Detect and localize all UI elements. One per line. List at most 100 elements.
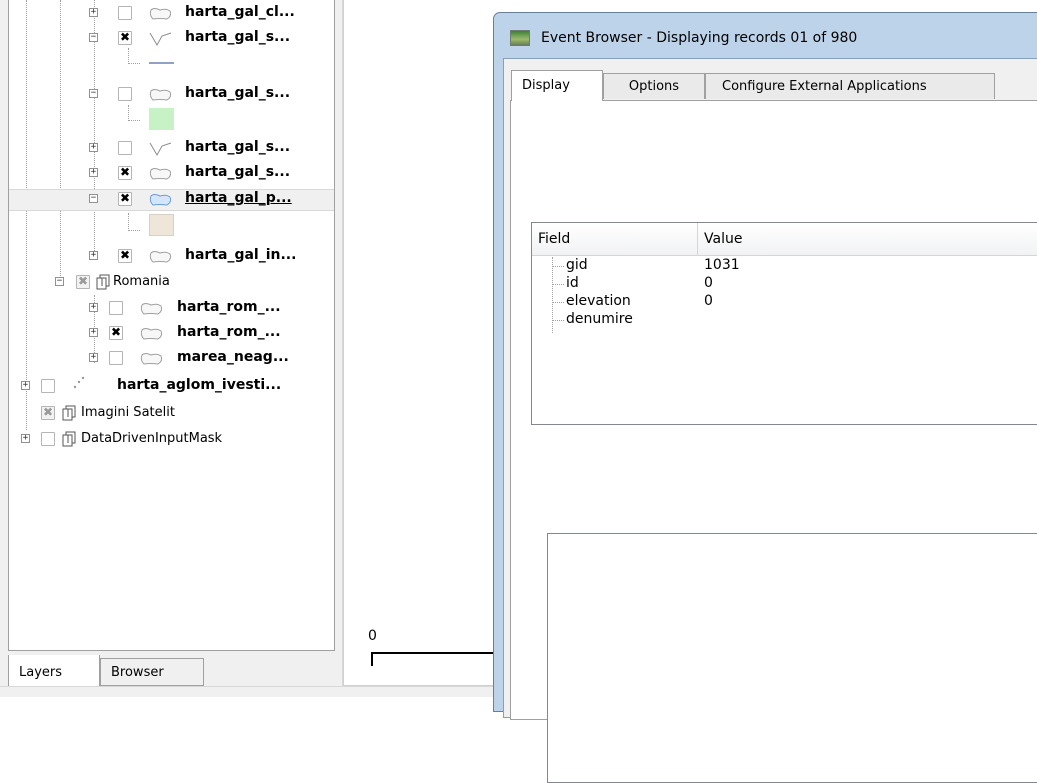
polygon-layer-icon	[149, 8, 172, 20]
tab-browser[interactable]: Browser	[100, 658, 204, 686]
layer-label: harta_rom_...	[177, 324, 281, 340]
tree-connector	[128, 213, 129, 231]
group-label: DataDrivenInputMask	[81, 431, 223, 446]
layer-checkbox[interactable]	[118, 248, 132, 263]
expand-icon[interactable]: +	[89, 168, 98, 177]
attribute-table[interactable]: Field Value gid 1031 id 0 elevation 0 de…	[531, 222, 1037, 425]
layer-group-row[interactable]: Imagini Satelit	[9, 403, 334, 425]
layer-row[interactable]: + harta_gal_in...	[9, 246, 334, 268]
layer-row[interactable]: + harta_rom_...	[9, 298, 334, 320]
layer-row[interactable]: + harta_gal_s...	[9, 138, 334, 160]
tree-connector	[128, 120, 140, 121]
tree-connector	[128, 230, 140, 231]
polygon-layer-icon	[149, 168, 172, 180]
layer-row[interactable]: + marea_neag...	[9, 348, 334, 370]
line-layer-icon	[149, 142, 172, 156]
collapse-icon[interactable]: −	[89, 194, 98, 203]
polygon-layer-icon	[149, 251, 172, 263]
polygon-layer-icon	[140, 303, 163, 315]
layers-tree[interactable]: + harta_gal_cl... − harta_gal_s... − har…	[8, 0, 335, 651]
group-label: Imagini Satelit	[81, 405, 175, 420]
layer-label: marea_neag...	[177, 349, 289, 365]
expand-icon[interactable]: +	[21, 381, 30, 390]
group-checkbox[interactable]	[41, 432, 55, 446]
layer-row[interactable]: + harta_rom_...	[9, 323, 334, 345]
point-layer-icon	[73, 376, 85, 389]
tab-options[interactable]: Options	[603, 73, 705, 99]
expand-icon[interactable]: +	[89, 303, 98, 312]
tree-connector	[552, 257, 553, 333]
layer-checkbox[interactable]	[118, 191, 132, 206]
layer-group-icon	[62, 405, 76, 421]
layer-label: harta_gal_s...	[185, 139, 291, 155]
tree-connector	[128, 63, 140, 64]
line-layer-icon	[149, 32, 172, 46]
tab-configure-external-applications[interactable]: Configure External Applications	[705, 73, 995, 99]
collapse-icon[interactable]: −	[89, 33, 98, 42]
polygon-layer-icon	[140, 353, 163, 365]
layer-row[interactable]: + harta_aglom_ivesti...	[9, 376, 334, 398]
layer-label: harta_gal_cl...	[185, 4, 295, 20]
layer-checkbox[interactable]	[118, 141, 132, 155]
field-name: elevation	[566, 293, 631, 309]
layer-row[interactable]: − harta_gal_s...	[9, 84, 334, 106]
collapse-icon[interactable]: −	[55, 277, 64, 286]
layer-label: harta_rom_...	[177, 299, 281, 315]
layer-row[interactable]: + harta_gal_cl...	[9, 3, 334, 25]
polygon-layer-icon	[149, 89, 172, 101]
table-header: Field Value	[532, 223, 1037, 256]
field-name: gid	[566, 257, 588, 273]
group-checkbox[interactable]	[76, 274, 90, 289]
layer-checkbox[interactable]	[109, 325, 123, 340]
group-checkbox[interactable]	[41, 405, 55, 420]
layer-label: harta_gal_p...	[185, 190, 292, 206]
expand-icon[interactable]: +	[89, 328, 98, 337]
line-style-swatch	[149, 62, 174, 64]
tree-connector	[128, 48, 129, 64]
field-value: 0	[704, 293, 713, 309]
layer-checkbox[interactable]	[118, 165, 132, 180]
polygon-layer-icon	[149, 194, 172, 206]
layer-row[interactable]: − harta_gal_s...	[9, 28, 334, 50]
display-tab-panel: Field Value gid 1031 id 0 elevation 0 de…	[510, 100, 1037, 783]
tab-layers[interactable]: Layers	[8, 655, 100, 689]
layer-checkbox[interactable]	[118, 6, 132, 20]
field-name: id	[566, 275, 579, 291]
layer-group-icon	[96, 274, 110, 290]
column-header-value[interactable]: Value	[698, 223, 1037, 255]
expand-icon[interactable]: +	[89, 143, 98, 152]
layer-label: harta_gal_s...	[185, 29, 291, 45]
layer-checkbox[interactable]	[41, 379, 55, 393]
expand-icon[interactable]: +	[89, 353, 98, 362]
expand-icon[interactable]: +	[89, 8, 98, 17]
layer-group-row[interactable]: − Romania	[9, 272, 334, 294]
column-header-field[interactable]: Field	[532, 223, 698, 255]
group-label: Romania	[113, 274, 170, 289]
expand-icon[interactable]: +	[21, 434, 30, 443]
polygon-layer-icon	[140, 328, 163, 340]
layer-group-row[interactable]: + DataDrivenInputMask	[9, 429, 334, 451]
layer-group-icon	[62, 431, 76, 447]
layer-row[interactable]: + harta_gal_s...	[9, 163, 334, 185]
collapse-icon[interactable]: −	[89, 89, 98, 98]
window-title: Event Browser - Displaying records 01 of…	[541, 30, 858, 46]
layer-label: harta_aglom_ivesti...	[117, 377, 282, 393]
tab-display[interactable]: Display	[511, 70, 603, 101]
layer-label: harta_gal_in...	[185, 247, 297, 263]
layer-row-selected[interactable]: − harta_gal_p...	[9, 189, 334, 211]
layer-checkbox[interactable]	[118, 87, 132, 101]
scale-bar-label: 0	[368, 628, 377, 644]
expand-icon[interactable]: +	[89, 251, 98, 260]
field-value: 1031	[704, 257, 740, 273]
tree-connector	[128, 105, 129, 121]
event-display-area[interactable]	[547, 533, 1037, 783]
field-name: denumire	[566, 311, 633, 327]
layer-checkbox[interactable]	[118, 30, 132, 45]
layers-panel: + harta_gal_cl... − harta_gal_s... − har…	[0, 0, 343, 696]
window-body: Display Options Configure External Appli…	[503, 58, 1037, 783]
layer-checkbox[interactable]	[109, 351, 123, 365]
layer-checkbox[interactable]	[109, 301, 123, 315]
layer-label: harta_gal_s...	[185, 164, 291, 180]
scale-bar	[371, 652, 496, 666]
event-browser-window[interactable]: Event Browser - Displaying records 01 of…	[493, 12, 1037, 783]
